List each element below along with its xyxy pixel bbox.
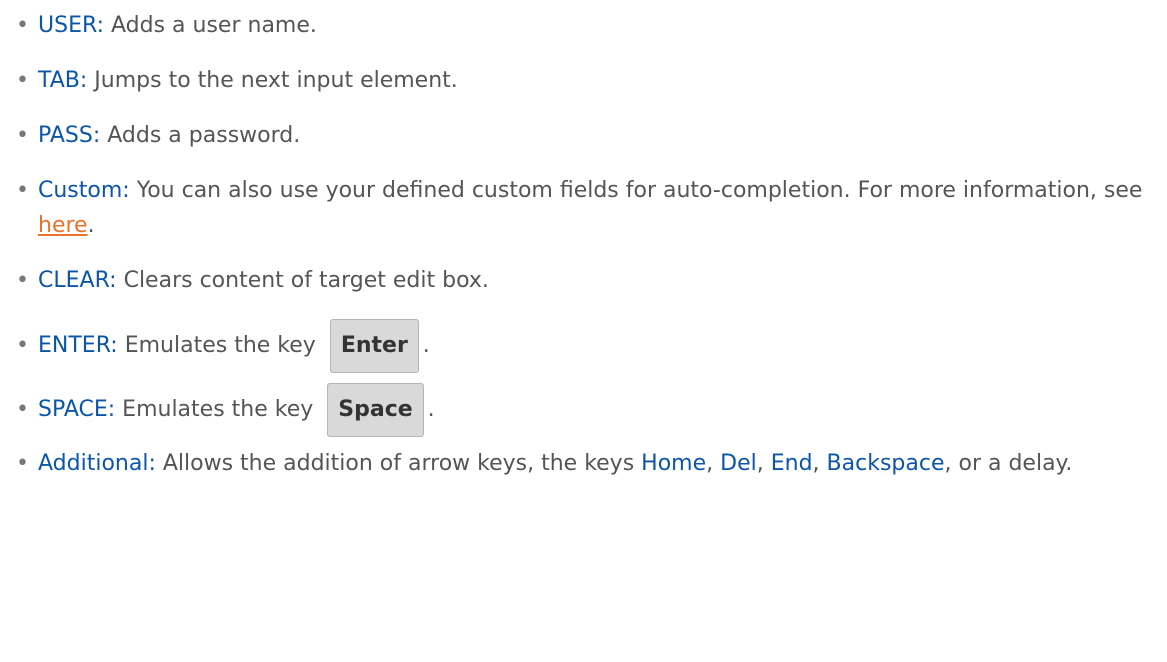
bullet-icon: •: [16, 397, 29, 422]
bullet-icon: •: [16, 68, 29, 93]
term-additional: Additional:: [38, 451, 156, 476]
list-item-user: • USER: Adds a user name.: [12, 8, 1167, 43]
term-tab: TAB:: [38, 68, 88, 93]
key-name-end: End: [770, 451, 813, 476]
desc-enter: Emulates the key: [117, 333, 316, 358]
bullet-icon: •: [16, 333, 29, 358]
desc-tab: Jumps to the next input element.: [87, 68, 458, 93]
list-item-additional: • Additional: Allows the addition of arr…: [12, 446, 1167, 481]
list-item-pass: • PASS: Adds a password.: [12, 118, 1167, 153]
desc-enter-end: .: [422, 333, 430, 358]
space-key-badge: Space: [327, 383, 424, 437]
term-space: SPACE:: [38, 397, 116, 422]
term-clear: CLEAR:: [38, 268, 117, 293]
list-item-enter: • ENTER: Emulates the key Enter.: [12, 318, 1167, 374]
term-pass: PASS:: [38, 123, 101, 148]
bullet-icon: •: [16, 268, 29, 293]
list-item-custom: • Custom: You can also use your defined …: [12, 173, 1167, 243]
bullet-icon: •: [16, 451, 29, 476]
desc-pass: Adds a password.: [100, 123, 301, 148]
desc-additional-end: , or a delay.: [944, 451, 1073, 476]
bullet-icon: •: [16, 178, 29, 203]
separator: ,: [812, 451, 827, 476]
term-user: USER:: [38, 13, 104, 38]
desc-custom: You can also use your defined custom fie…: [129, 178, 1143, 203]
key-name-del: Del: [720, 451, 757, 476]
separator: ,: [756, 451, 771, 476]
desc-additional: Allows the addition of arrow keys, the k…: [155, 451, 642, 476]
desc-user: Adds a user name.: [104, 13, 317, 38]
bullet-icon: •: [16, 13, 29, 38]
here-link[interactable]: here: [38, 213, 88, 238]
enter-key-badge: Enter: [329, 319, 419, 373]
desc-space-end: .: [427, 397, 435, 422]
key-name-backspace: Backspace: [826, 451, 945, 476]
desc-custom-end: .: [87, 213, 95, 238]
desc-space: Emulates the key: [115, 397, 314, 422]
key-name-home: Home: [641, 451, 707, 476]
desc-clear: Clears content of target edit box.: [116, 268, 489, 293]
term-enter: ENTER:: [38, 333, 118, 358]
term-custom: Custom:: [38, 178, 130, 203]
autocompletion-options-list: • USER: Adds a user name. • TAB: Jumps t…: [0, 0, 1167, 481]
list-item-tab: • TAB: Jumps to the next input element.: [12, 63, 1167, 98]
list-item-clear: • CLEAR: Clears content of target edit b…: [12, 263, 1167, 298]
list-item-space: • SPACE: Emulates the key Space.: [12, 382, 1167, 438]
bullet-icon: •: [16, 123, 29, 148]
separator: ,: [706, 451, 721, 476]
